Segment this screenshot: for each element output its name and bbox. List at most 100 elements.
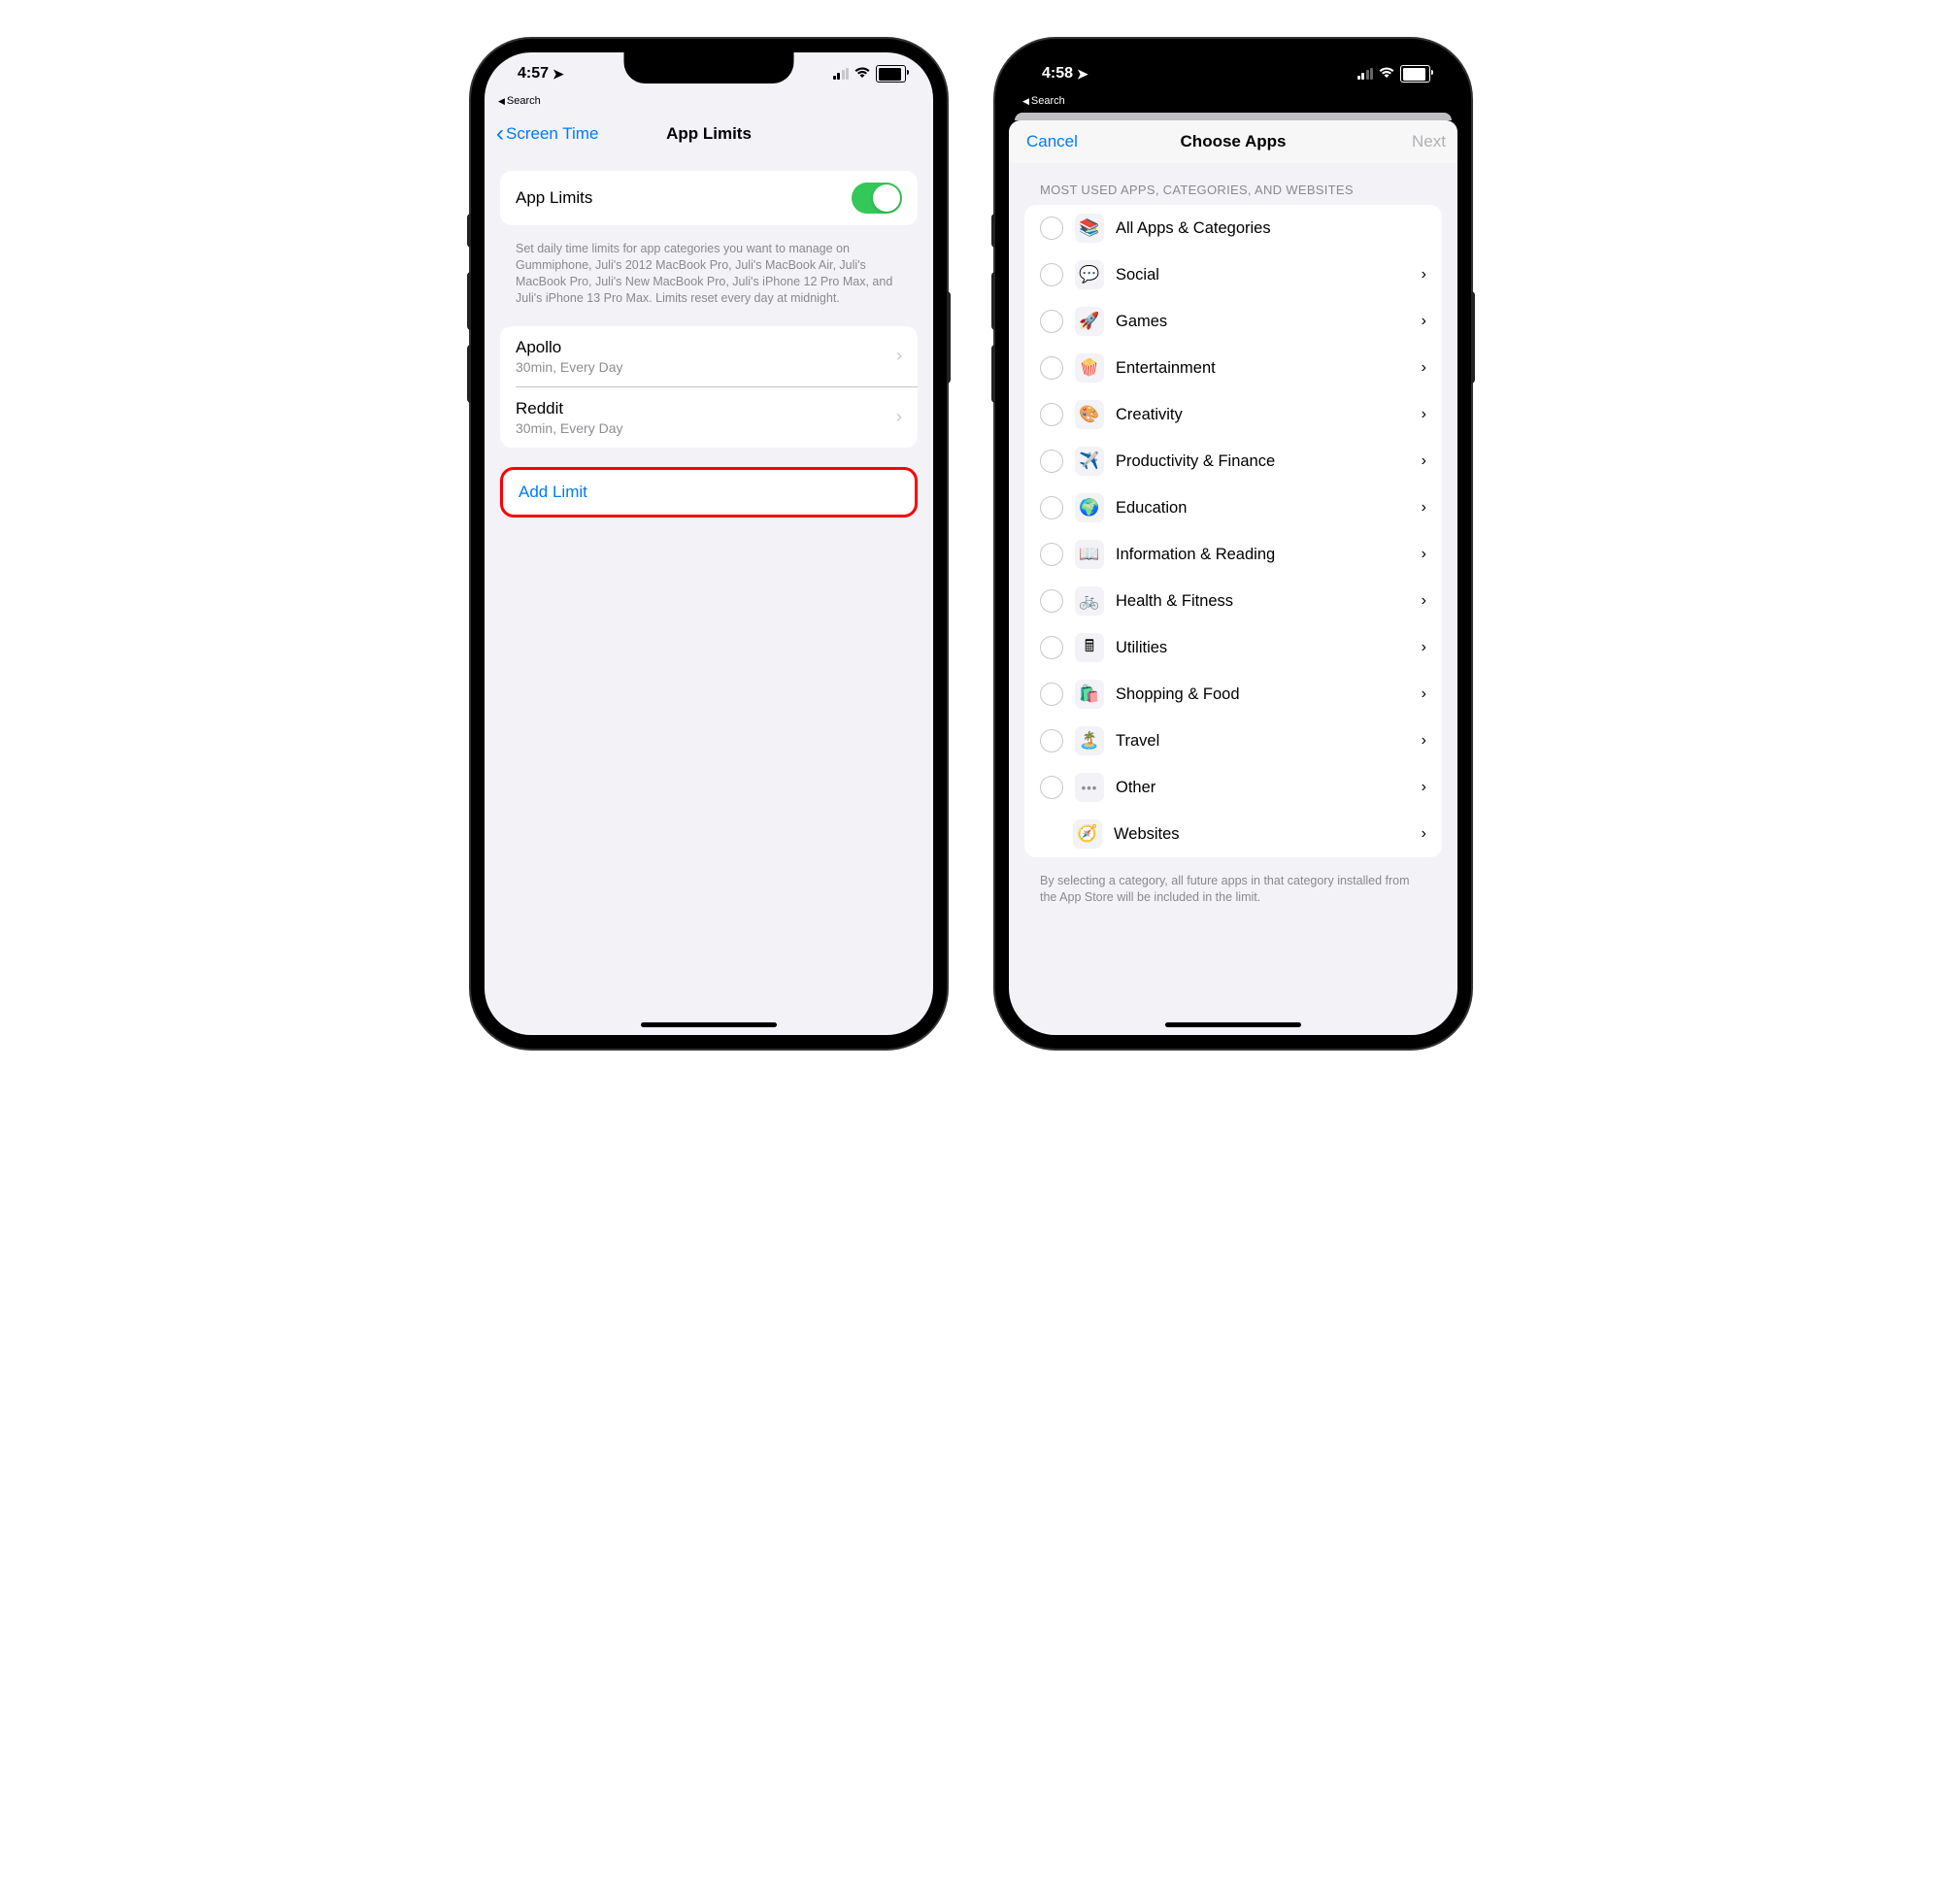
radio-unselected-icon[interactable] bbox=[1040, 403, 1063, 426]
category-icon: 📖 bbox=[1075, 540, 1104, 569]
radio-unselected-icon[interactable] bbox=[1040, 217, 1063, 240]
category-icon: 📚 bbox=[1075, 214, 1104, 243]
categories-header: MOST USED APPS, CATEGORIES, AND WEBSITES bbox=[1024, 183, 1442, 205]
back-button[interactable]: ‹ Screen Time bbox=[496, 122, 598, 146]
breadcrumb-label: Search bbox=[1031, 95, 1065, 107]
category-label: Entertainment bbox=[1116, 359, 1422, 378]
cancel-button[interactable]: Cancel bbox=[1021, 132, 1078, 151]
category-icon: ✈️ bbox=[1075, 447, 1104, 476]
chevron-right-icon: › bbox=[1422, 406, 1426, 423]
category-label: All Apps & Categories bbox=[1116, 219, 1426, 238]
category-row[interactable]: 🍿Entertainment› bbox=[1024, 345, 1442, 391]
radio-unselected-icon[interactable] bbox=[1040, 263, 1063, 286]
breadcrumb[interactable]: ◀ Search bbox=[1009, 95, 1457, 113]
category-label: Education bbox=[1116, 499, 1422, 518]
category-label: Information & Reading bbox=[1116, 546, 1422, 564]
radio-unselected-icon[interactable] bbox=[1040, 496, 1063, 519]
home-indicator[interactable] bbox=[641, 1022, 777, 1027]
category-row[interactable]: 🚀 Games› bbox=[1024, 298, 1442, 345]
radio-unselected-icon[interactable] bbox=[1040, 356, 1063, 380]
add-limit-group: Add Limit bbox=[503, 470, 915, 515]
highlight-annotation: Add Limit bbox=[500, 467, 918, 518]
categories-list: 📚All Apps & Categories💬Social›🚀Games›🍿En… bbox=[1024, 205, 1442, 857]
chevron-right-icon: › bbox=[1422, 732, 1426, 750]
category-icon: 🖩 bbox=[1075, 633, 1104, 662]
breadcrumb-label: Search bbox=[507, 95, 541, 107]
cancel-label: Cancel bbox=[1026, 132, 1078, 151]
phone-right: 4:58 ➤ ◀ Search bbox=[995, 39, 1471, 1049]
category-row[interactable]: 🚲Health & Fitness› bbox=[1024, 578, 1442, 624]
category-row[interactable]: •••Other› bbox=[1024, 764, 1442, 811]
category-row[interactable]: 🎨 Creativity› bbox=[1024, 391, 1442, 438]
radio-unselected-icon[interactable] bbox=[1040, 310, 1063, 333]
category-label: Shopping & Food bbox=[1116, 685, 1422, 704]
category-row[interactable]: 🌍Education› bbox=[1024, 484, 1442, 531]
radio-unselected-icon[interactable] bbox=[1040, 776, 1063, 799]
categories-footer: By selecting a category, all future apps… bbox=[1024, 865, 1442, 925]
category-label: Other bbox=[1116, 779, 1422, 797]
wifi-icon bbox=[854, 66, 871, 83]
status-time: 4:57 bbox=[518, 65, 549, 83]
add-limit-button[interactable]: Add Limit bbox=[503, 470, 915, 515]
limit-name: Apollo bbox=[516, 338, 896, 357]
chevron-right-icon: › bbox=[1422, 779, 1426, 796]
toggle-switch[interactable] bbox=[852, 183, 902, 214]
chevron-right-icon: › bbox=[1422, 266, 1426, 284]
category-label: Utilities bbox=[1116, 639, 1422, 657]
radio-unselected-icon[interactable] bbox=[1040, 683, 1063, 706]
radio-unselected-icon[interactable] bbox=[1040, 543, 1063, 566]
category-row[interactable]: 🛍️ Shopping & Food› bbox=[1024, 671, 1442, 718]
radio-unselected-icon[interactable] bbox=[1040, 636, 1063, 659]
screen-left: 4:57 ➤ ◀ Search ‹ Screen Time App bbox=[485, 52, 933, 1035]
limit-detail: 30min, Every Day bbox=[516, 359, 896, 375]
chevron-right-icon: › bbox=[1422, 639, 1426, 656]
home-indicator[interactable] bbox=[1165, 1022, 1301, 1027]
modal-content: MOST USED APPS, CATEGORIES, AND WEBSITES… bbox=[1009, 163, 1457, 1035]
category-icon: 🏝️ bbox=[1075, 726, 1104, 755]
sheet-behind bbox=[1015, 113, 1452, 120]
category-icon: 🚀 bbox=[1075, 307, 1104, 336]
cellular-signal-icon bbox=[833, 68, 850, 80]
category-label: Websites bbox=[1114, 825, 1422, 844]
category-icon: 🛍️ bbox=[1075, 680, 1104, 709]
cellular-signal-icon bbox=[1357, 68, 1374, 80]
toggle-label: App Limits bbox=[516, 188, 852, 208]
limit-row[interactable]: Reddit30min, Every Day› bbox=[516, 386, 918, 448]
chevron-right-icon: › bbox=[1422, 685, 1426, 703]
category-label: Games bbox=[1116, 313, 1422, 331]
location-icon: ➤ bbox=[1077, 66, 1088, 83]
notch bbox=[624, 52, 794, 84]
category-row[interactable]: 📖Information & Reading› bbox=[1024, 531, 1442, 578]
radio-unselected-icon[interactable] bbox=[1040, 589, 1063, 613]
next-button[interactable]: Next bbox=[1412, 132, 1446, 151]
limit-detail: 30min, Every Day bbox=[516, 420, 896, 436]
category-row[interactable]: 🧭Websites› bbox=[1024, 811, 1442, 857]
app-limits-toggle-row[interactable]: App Limits bbox=[500, 171, 918, 225]
battery-icon bbox=[1400, 65, 1430, 83]
category-row[interactable]: 💬Social› bbox=[1024, 251, 1442, 298]
category-icon: 🎨 bbox=[1075, 400, 1104, 429]
chevron-right-icon: › bbox=[1422, 592, 1426, 610]
radio-unselected-icon[interactable] bbox=[1040, 450, 1063, 473]
category-row[interactable]: ✈️Productivity & Finance› bbox=[1024, 438, 1442, 484]
category-row[interactable]: 📚 All Apps & Categories bbox=[1024, 205, 1442, 251]
chevron-right-icon: › bbox=[896, 407, 902, 427]
category-row[interactable]: 🖩 Utilities› bbox=[1024, 624, 1442, 671]
category-label: Social bbox=[1116, 266, 1422, 284]
chevron-right-icon: › bbox=[1422, 313, 1426, 330]
radio-unselected-icon[interactable] bbox=[1040, 729, 1063, 752]
chevron-right-icon: › bbox=[896, 346, 902, 366]
breadcrumb[interactable]: ◀ Search bbox=[485, 95, 933, 113]
limits-list: Apollo30min, Every Day›Reddit30min, Ever… bbox=[500, 326, 918, 448]
chevron-right-icon: › bbox=[1422, 359, 1426, 377]
limit-row[interactable]: Apollo 30min, Every Day› bbox=[500, 326, 918, 386]
category-icon: 🚲 bbox=[1075, 586, 1104, 616]
category-icon: 🧭 bbox=[1073, 819, 1102, 849]
category-label: Creativity bbox=[1116, 406, 1422, 424]
battery-icon bbox=[876, 65, 906, 83]
toggle-footer: Set daily time limits for app categories… bbox=[500, 233, 918, 326]
status-time: 4:58 bbox=[1042, 65, 1073, 83]
chevron-right-icon: › bbox=[1422, 499, 1426, 517]
category-row[interactable]: 🏝️Travel› bbox=[1024, 718, 1442, 764]
nav-bar: ‹ Screen Time App Limits bbox=[485, 113, 933, 155]
